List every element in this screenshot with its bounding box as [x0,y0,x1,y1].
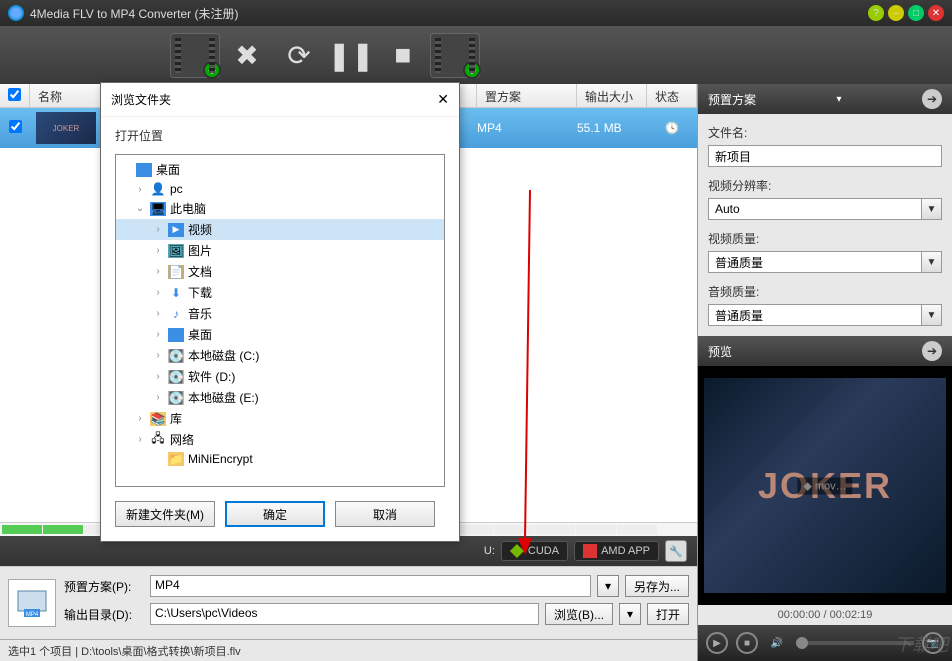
video-quality-select[interactable] [708,251,922,273]
tree-videos[interactable]: ›▶视频 [116,219,444,240]
tree-user[interactable]: ›👤pc [116,180,444,198]
resolution-select[interactable] [708,198,922,220]
refresh-button[interactable]: ⟳ [274,33,324,78]
chevron-down-icon[interactable]: ▼ [922,251,942,273]
help-button[interactable]: ? [868,5,884,21]
main-toolbar: + ✖ ⟳ ❚❚ ■ + [0,26,952,84]
gear-icon: 🔧 [669,545,683,558]
play-button[interactable]: ▶ [706,632,728,654]
audio-quality-select[interactable] [708,304,922,326]
select-all-checkbox[interactable] [0,84,30,107]
plus-icon: + [463,61,481,79]
col-preset[interactable]: 置方案 [477,84,577,107]
preview-area[interactable]: JOKER ◆ mov… [698,366,952,605]
mp4-icon: MP4 [16,587,48,619]
minimize-button[interactable]: – [888,5,904,21]
col-status[interactable]: 状态 [647,84,697,107]
preview-overlay: ◆ mov… [797,477,852,494]
volume-icon[interactable]: 🔊 [766,632,788,654]
settings-button[interactable]: 🔧 [665,540,687,562]
amd-button[interactable]: AMD APP [574,541,659,561]
tree-desktop2[interactable]: ›桌面 [116,324,444,345]
cancel-button[interactable]: 取消 [335,501,435,527]
row-size: 55.1 MB [577,121,647,135]
preview-panel-header: 预览 ➔ [698,336,952,366]
svg-text:MP4: MP4 [26,612,39,618]
audio-quality-label: 音频质量: [708,283,942,300]
open-button[interactable]: 打开 [647,603,689,625]
filename-input[interactable] [708,145,942,167]
new-folder-button[interactable]: 新建文件夹(M) [115,501,215,527]
browse-folder-dialog: 浏览文件夹 ✕ 打开位置 桌面 ›👤pc ⌄🖥此电脑 ›▶视频 ›🖼图片 ›📄文… [100,82,460,542]
app-icon [8,5,24,21]
resolution-label: 视频分辨率: [708,177,942,194]
browse-button[interactable]: 浏览(B)... [545,603,613,625]
amd-icon [583,544,597,558]
remove-button[interactable]: ✖ [222,33,272,78]
tree-disk-d[interactable]: ›💽软件 (D:) [116,366,444,387]
tree-network[interactable]: ›🖧网络 [116,429,444,450]
tree-miniencrypt[interactable]: 📁MiNiEncrypt [116,450,444,468]
preset-panel-header: 预置方案▾ ➔ [698,84,952,114]
col-size[interactable]: 输出大小 [577,84,647,107]
tree-disk-c[interactable]: ›💽本地磁盘 (C:) [116,345,444,366]
tree-disk-e[interactable]: ›💽本地磁盘 (E:) [116,387,444,408]
output-area: MP4 预置方案(P): MP4 ▾ 另存为... 输出目录(D): C:\Us… [0,566,697,639]
close-button[interactable]: ✕ [928,5,944,21]
preview-time: 00:00:00 / 00:02:19 [698,605,952,625]
app-title: 4Media FLV to MP4 Converter (未注册) [30,5,868,22]
watermark: 下载吧 [894,631,948,657]
preset-panel-body: 文件名: 视频分辨率: ▼ 视频质量: ▼ 音频质量: ▼ [698,114,952,336]
preset-label: 预置方案(P): [64,578,144,595]
plus-icon: + [203,61,221,79]
tree-libraries[interactable]: ›📚库 [116,408,444,429]
row-status-icon: 🕓 [647,121,697,135]
statusbar: 选中1 个项目 | D:\tools\桌面\格式转换\新项目.flv [0,639,697,661]
preset-dropdown-button[interactable]: ▾ [597,575,619,597]
nvidia-icon [510,544,524,558]
pause-button[interactable]: ❚❚ [326,33,376,78]
output-format-icon[interactable]: MP4 [8,579,56,627]
preset-select[interactable]: MP4 [150,575,591,597]
tree-thispc[interactable]: ⌄🖥此电脑 [116,198,444,219]
add-file-button[interactable]: + [170,33,220,78]
tree-music[interactable]: ›♪音乐 [116,303,444,324]
row-checkbox[interactable] [9,120,22,133]
chevron-down-icon[interactable]: ▼ [922,198,942,220]
gpu-prefix: U: [484,545,495,557]
dialog-title: 浏览文件夹 [111,91,171,108]
browse-dropdown-button[interactable]: ▾ [619,603,641,625]
preview-expand-button[interactable]: ➔ [922,341,942,361]
titlebar: 4Media FLV to MP4 Converter (未注册) ? – □ … [0,0,952,26]
tree-documents[interactable]: ›📄文档 [116,261,444,282]
chevron-down-icon[interactable]: ▼ [922,304,942,326]
convert-button[interactable]: + [430,33,480,78]
ok-button[interactable]: 确定 [225,501,325,527]
tree-desktop[interactable]: 桌面 [116,159,444,180]
right-pane: 预置方案▾ ➔ 文件名: 视频分辨率: ▼ 视频质量: ▼ 音频质量: ▼ 预览… [697,84,952,661]
maximize-button[interactable]: □ [908,5,924,21]
dialog-subtitle: 打开位置 [101,117,459,154]
saveas-button[interactable]: 另存为... [625,575,689,597]
row-preset: MP4 [477,121,577,135]
tree-pictures[interactable]: ›🖼图片 [116,240,444,261]
seek-knob[interactable] [796,637,808,649]
cuda-button[interactable]: CUDA [501,541,568,561]
player-stop-button[interactable]: ■ [736,632,758,654]
filename-label: 文件名: [708,124,942,141]
tree-downloads[interactable]: ›⬇下载 [116,282,444,303]
dialog-close-button[interactable]: ✕ [437,91,449,108]
row-thumbnail: JOKER [36,112,96,144]
video-quality-label: 视频质量: [708,230,942,247]
dest-input[interactable]: C:\Users\pc\Videos [150,603,539,625]
dest-label: 输出目录(D): [64,606,144,623]
stop-button[interactable]: ■ [378,33,428,78]
preset-expand-button[interactable]: ➔ [922,89,942,109]
folder-tree[interactable]: 桌面 ›👤pc ⌄🖥此电脑 ›▶视频 ›🖼图片 ›📄文档 ›⬇下载 ›♪音乐 ›… [115,154,445,487]
